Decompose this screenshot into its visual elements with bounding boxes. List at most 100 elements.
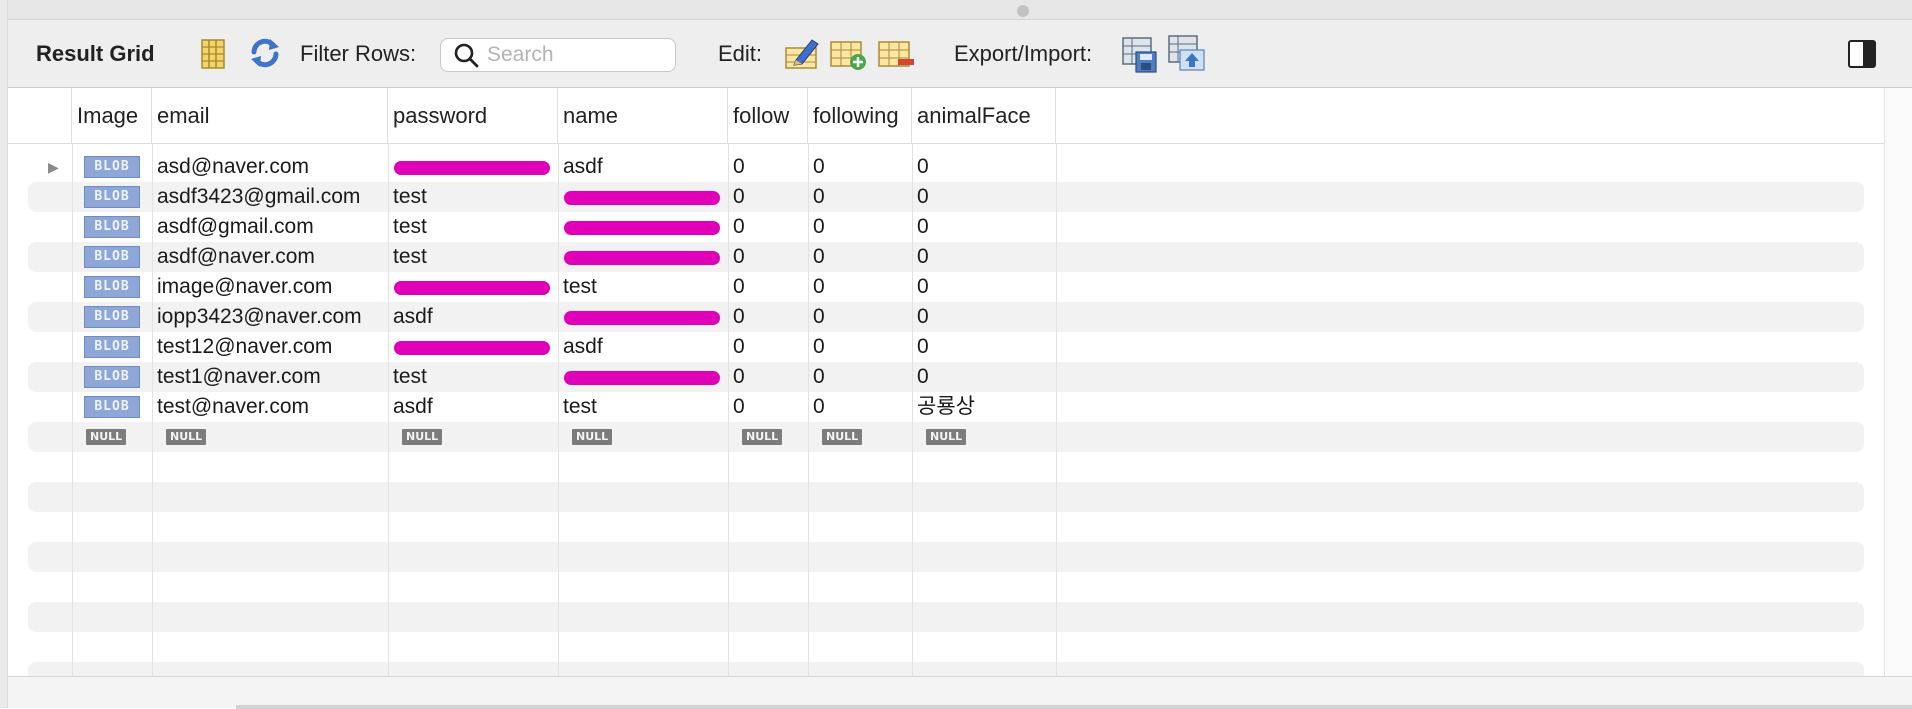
redacted-password-cell[interactable] [394,341,550,355]
filter-search-box[interactable] [440,38,676,72]
add-row-icon[interactable] [828,34,868,74]
column-header-image[interactable]: Image [72,88,152,144]
animalface-cell[interactable]: 0 [912,272,1056,302]
email-cell[interactable]: test@naver.com [152,392,388,422]
null-placeholder-animalface[interactable]: NULL [926,429,967,445]
null-placeholder-name[interactable]: NULL [572,429,613,445]
result-grid[interactable]: Image email password name follow followi… [8,88,1884,678]
blob-badge[interactable]: BLOB [84,396,140,418]
animalface-cell[interactable]: 0 [912,182,1056,212]
export-import-label: Export/Import: [954,41,1093,66]
filter-rows-label: Filter Rows: [300,41,417,66]
null-placeholder-follow[interactable]: NULL [742,429,783,445]
redacted-name-cell[interactable] [564,221,720,235]
following-cell[interactable]: 0 [808,242,912,272]
name-cell[interactable]: asdf [558,152,728,182]
name-cell[interactable]: test [558,272,728,302]
email-cell[interactable]: asdf3423@gmail.com [152,182,388,212]
column-header-password[interactable]: password [388,88,558,144]
follow-cell[interactable]: 0 [728,392,808,422]
null-placeholder-email[interactable]: NULL [166,429,207,445]
export-icon[interactable] [1120,32,1160,74]
password-cell[interactable]: test [388,212,558,242]
following-cell[interactable]: 0 [808,302,912,332]
name-cell[interactable]: asdf [558,332,728,362]
redacted-name-cell[interactable] [564,311,720,325]
horizontal-scrollbar[interactable] [8,676,1912,709]
animalface-cell[interactable]: 공룡상 [912,392,1056,422]
following-cell[interactable]: 0 [808,212,912,242]
email-cell[interactable]: asdf@gmail.com [152,212,388,242]
follow-cell[interactable]: 0 [728,242,808,272]
null-placeholder-following[interactable]: NULL [822,429,863,445]
redacted-name-cell[interactable] [564,251,720,265]
follow-cell[interactable]: 0 [728,302,808,332]
blob-badge[interactable]: BLOB [84,306,140,328]
blob-badge[interactable]: BLOB [84,246,140,268]
email-cell[interactable]: test1@naver.com [152,362,388,392]
follow-cell[interactable]: 0 [728,272,808,302]
result-grid-title: Result Grid [36,41,155,66]
sidebar-toggle-icon[interactable] [1846,38,1878,70]
edit-row-icon[interactable] [782,34,822,74]
delete-row-icon[interactable] [876,34,916,74]
column-divider [72,144,73,678]
column-header-email[interactable]: email [152,88,388,144]
follow-cell[interactable]: 0 [728,362,808,392]
following-cell[interactable]: 0 [808,152,912,182]
column-header-follow[interactable]: follow [728,88,808,144]
refresh-icon[interactable] [246,34,284,72]
scrollbar-thumb[interactable] [236,705,1912,709]
email-cell[interactable]: asdf@naver.com [152,242,388,272]
redacted-password-cell[interactable] [394,161,550,175]
animalface-cell[interactable]: 0 [912,302,1056,332]
splitter-handle[interactable] [1017,5,1029,17]
column-header-following[interactable]: following [808,88,912,144]
email-cell[interactable]: test12@naver.com [152,332,388,362]
follow-cell[interactable]: 0 [728,332,808,362]
column-header-name[interactable]: name [558,88,728,144]
following-cell[interactable]: 0 [808,182,912,212]
password-cell[interactable]: test [388,242,558,272]
animalface-cell[interactable]: 0 [912,212,1056,242]
email-cell[interactable]: iopp3423@naver.com [152,302,388,332]
following-cell[interactable]: 0 [808,392,912,422]
email-cell[interactable]: image@naver.com [152,272,388,302]
follow-cell[interactable]: 0 [728,212,808,242]
panel-splitter[interactable] [0,0,1912,20]
null-placeholder-image[interactable]: NULL [86,429,127,445]
redacted-name-cell[interactable] [564,371,720,385]
import-icon[interactable] [1166,32,1208,74]
following-cell[interactable]: 0 [808,272,912,302]
blob-badge[interactable]: BLOB [84,336,140,358]
blob-badge[interactable]: BLOB [84,276,140,298]
blob-badge[interactable]: BLOB [84,366,140,388]
blob-badge[interactable]: BLOB [84,156,140,178]
name-cell[interactable]: test [558,392,728,422]
result-grid-toolbar: Result Grid Filter Rows: Edit: [8,20,1912,88]
blob-badge[interactable]: BLOB [84,186,140,208]
edit-label: Edit: [718,41,763,66]
password-cell[interactable]: asdf [388,302,558,332]
animalface-cell[interactable]: 0 [912,332,1056,362]
email-cell[interactable]: asd@naver.com [152,152,388,182]
following-cell[interactable]: 0 [808,362,912,392]
null-placeholder-password[interactable]: NULL [402,429,443,445]
left-edge [0,0,8,708]
password-cell[interactable]: test [388,362,558,392]
password-cell[interactable]: asdf [388,392,558,422]
redacted-password-cell[interactable] [394,281,550,295]
redacted-name-cell[interactable] [564,191,720,205]
grid-columns-icon[interactable] [196,36,230,72]
blob-badge[interactable]: BLOB [84,216,140,238]
animalface-cell[interactable]: 0 [912,242,1056,272]
filter-search-input[interactable] [487,43,667,67]
animalface-cell[interactable]: 0 [912,152,1056,182]
follow-cell[interactable]: 0 [728,182,808,212]
following-cell[interactable]: 0 [808,332,912,362]
column-header-animalface[interactable]: animalFace [912,88,1056,144]
row-stripe [28,602,1864,632]
password-cell[interactable]: test [388,182,558,212]
follow-cell[interactable]: 0 [728,152,808,182]
animalface-cell[interactable]: 0 [912,362,1056,392]
